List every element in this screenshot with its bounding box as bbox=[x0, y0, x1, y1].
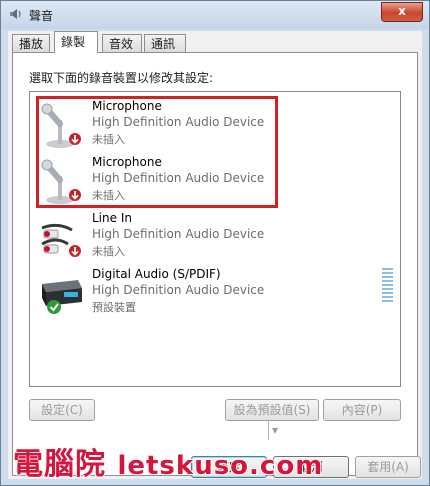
tab-sounds[interactable]: 音效 bbox=[102, 34, 142, 52]
tab-label: 音效 bbox=[109, 37, 134, 51]
properties-button[interactable]: 內容(P) bbox=[323, 399, 401, 421]
watermark-cn: 電腦院 bbox=[12, 446, 106, 483]
tab-label: 錄製 bbox=[61, 35, 86, 49]
dialog-client-area: 播放 錄製 音效 通訊 選取下面的錄音裝置以修改其設定: Microphone bbox=[8, 31, 422, 479]
dropdown-arrow-icon[interactable]: ▾ bbox=[267, 420, 278, 440]
annotation-highlight-box bbox=[36, 96, 278, 208]
apply-button[interactable]: 套用(A) bbox=[355, 456, 421, 478]
title-bar[interactable]: 聲音 x bbox=[1, 1, 429, 29]
device-name: Line In bbox=[92, 211, 132, 225]
digital-audio-device-icon bbox=[42, 280, 82, 314]
device-status: 未插入 bbox=[92, 245, 125, 258]
tab-label: 播放 bbox=[19, 37, 44, 51]
device-description: High Definition Audio Device bbox=[92, 227, 265, 241]
device-list[interactable]: Microphone High Definition Audio Device … bbox=[29, 91, 401, 387]
set-default-label: 設為預設值(S) bbox=[233, 403, 311, 417]
sound-dialog: 聲音 x 播放 錄製 音效 通訊 選取下面的錄音裝置以修改其設定: Microp… bbox=[0, 0, 430, 486]
tab-label: 通訊 bbox=[151, 37, 176, 51]
watermark-en: letskuso.com bbox=[116, 450, 324, 482]
line-in-cable-icon bbox=[41, 223, 81, 257]
close-button[interactable]: x bbox=[381, 2, 423, 22]
list-item[interactable]: Line In High Definition Audio Device 未插入 bbox=[30, 210, 390, 266]
tab-communications[interactable]: 通訊 bbox=[144, 34, 186, 52]
device-description: High Definition Audio Device bbox=[92, 283, 265, 297]
window-title: 聲音 bbox=[29, 9, 54, 23]
watermark: 電腦院 letskuso.com bbox=[12, 439, 324, 483]
device-status: 預設裝置 bbox=[92, 301, 136, 314]
instruction-text: 選取下面的錄音裝置以修改其設定: bbox=[29, 71, 214, 85]
speaker-icon bbox=[10, 9, 21, 19]
list-item[interactable]: Digital Audio (S/PDIF) High Definition A… bbox=[30, 266, 390, 322]
configure-button[interactable]: 設定(C) bbox=[29, 399, 95, 421]
close-icon: x bbox=[398, 4, 406, 18]
tab-playback[interactable]: 播放 bbox=[12, 34, 50, 52]
recording-panel: 選取下面的錄音裝置以修改其設定: Microphone High Definit… bbox=[12, 52, 418, 476]
level-meter bbox=[382, 268, 393, 304]
set-default-button[interactable]: 設為預設值(S) ▾ bbox=[225, 399, 319, 440]
tab-recording[interactable]: 錄製 bbox=[54, 31, 98, 53]
device-name: Digital Audio (S/PDIF) bbox=[92, 267, 221, 281]
